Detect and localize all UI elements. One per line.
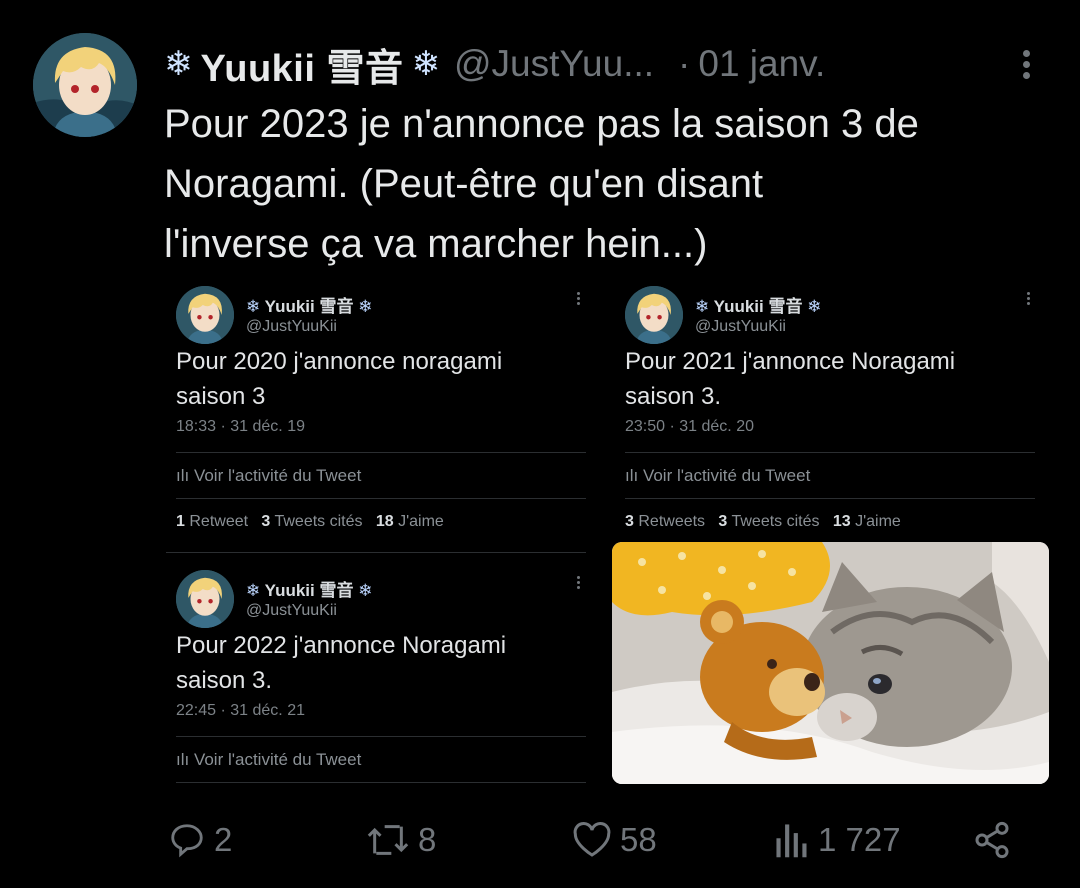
avatar [625,286,683,344]
divider [176,498,586,499]
embedded-display-name: ❄ Yuukii 雪音 ❄ [246,581,373,600]
more-options-icon[interactable] [1016,46,1036,82]
view-activity-link: ılı Voir l'activité du Tweet [625,466,811,485]
embedded-handle: @JustYuuKii [695,318,786,335]
like-button[interactable]: 58 [572,812,657,868]
separator-dot: · [678,43,691,84]
avatar [176,286,234,344]
divider [176,782,586,783]
view-activity-link: ılı Voir l'activité du Tweet [176,466,362,485]
user-handle[interactable]: @JustYuu... [454,43,654,85]
tweet-text-line: l'inverse ça va marcher hein...) [164,222,708,266]
embedded-tweet-text: Pour 2020 j'annonce noragami saison 3 [176,348,503,410]
more-options-icon [1026,290,1030,307]
avatar [176,570,234,628]
more-options-icon [576,290,580,307]
views-button[interactable]: 1 727 [774,812,901,868]
snowflake-icon: ❄ [807,297,822,316]
retweet-count: 8 [418,821,437,858]
snowflake-icon: ❄ [358,581,373,600]
embedded-handle: @JustYuuKii [246,318,337,335]
snowflake-icon: ❄ [358,297,373,316]
divider [625,498,1035,499]
embedded-stats: 3 Retweets 3 Tweets cités 13 J'aime [625,513,901,530]
divider [625,452,1035,453]
display-name[interactable]: Yuukii 雪音 [201,37,404,92]
tweet-text: Pour 2023 je n'annonce pas la saison 3 d… [164,94,1064,274]
reply-button[interactable]: 2 [168,812,232,868]
divider [176,452,586,453]
reply-icon [171,824,203,858]
reply-count: 2 [214,821,233,858]
view-activity-link: ılı Voir l'activité du Tweet [176,750,362,769]
retweet-button[interactable]: 8 [366,812,436,868]
share-button[interactable] [972,812,1012,868]
tweet-text-line: Pour 2023 je n'annonce pas la saison 3 d… [164,102,919,146]
embedded-timestamp: 23:50 · 31 déc. 20 [625,418,754,435]
tweet-date[interactable]: 01 janv. [698,43,825,85]
more-options-icon [576,574,580,591]
crying-cat-photo[interactable] [612,542,1049,784]
embedded-tweet-text: Pour 2021 j'annonce Noragami saison 3. [625,348,956,410]
embedded-tweet-card: ❄ Yuukii 雪音 ❄ @JustYuuKii Pour 2021 j'an… [625,286,1037,542]
divider [176,736,586,737]
divider [166,552,586,553]
snowflake-icon: ❄ [164,45,193,83]
embedded-timestamp: 22:45 · 31 déc. 21 [176,702,305,719]
snowflake-icon: ❄ [246,297,261,316]
like-icon [573,822,611,857]
embedded-tweet-text: Pour 2022 j'annonce Noragami saison 3. [176,632,507,694]
embedded-handle: @JustYuuKii [246,602,337,619]
snowflake-icon: ❄ [411,45,440,83]
embedded-stats: 1 Retweet 3 Tweets cités 18 J'aime [176,513,444,530]
like-count: 58 [620,821,657,858]
embedded-display-name: ❄ Yuukii 雪音 ❄ [695,297,822,316]
embedded-timestamp: 18:33 · 31 déc. 19 [176,418,305,435]
snowflake-icon: ❄ [695,297,710,316]
view-count: 1 727 [818,821,901,858]
tweet-header: ❄ Yuukii 雪音 ❄ @JustYuu... · 01 janv. [164,36,825,92]
tweet-text-line: Noragami. (Peut-être qu'en disant [164,162,764,206]
embedded-tweet-card: ❄ Yuukii 雪音 ❄ @JustYuuKii Pour 2020 j'an… [166,286,588,553]
retweet-icon [367,825,409,855]
embedded-tweet-card: ❄ Yuukii 雪音 ❄ @JustYuuKii Pour 2022 j'an… [176,570,588,785]
snowflake-icon: ❄ [246,581,261,600]
embedded-display-name: ❄ Yuukii 雪音 ❄ [246,297,373,316]
avatar[interactable] [33,33,137,137]
share-icon [975,821,1009,859]
views-icon [776,824,807,858]
